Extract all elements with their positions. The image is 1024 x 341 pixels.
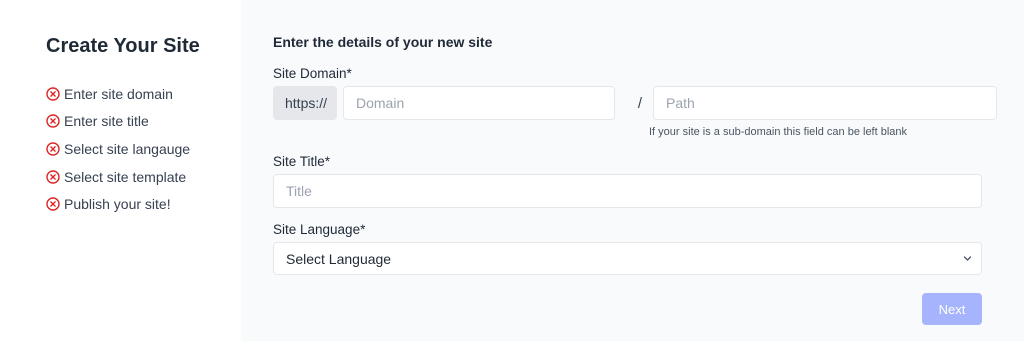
path-separator: / (637, 94, 643, 112)
step-item-publish: Publish your site! (46, 190, 241, 218)
domain-label: Site Domain* (273, 66, 352, 81)
x-circle-icon (46, 87, 60, 101)
site-details-form: Enter the details of your new site Site … (241, 0, 1024, 341)
domain-field-group: Site Domain* https:// / If your site is … (273, 66, 997, 139)
next-button[interactable]: Next (922, 293, 982, 325)
domain-input[interactable] (343, 86, 615, 120)
title-input[interactable] (273, 174, 982, 208)
x-circle-icon (46, 169, 60, 184)
x-circle-icon (46, 114, 60, 129)
language-field-group: Site Language* Select Language (273, 222, 997, 275)
path-hint: If your site is a sub-domain this field … (649, 126, 908, 138)
title-label: Site Title* (273, 154, 331, 169)
language-select[interactable]: Select Language (273, 242, 982, 275)
create-site-page: Create Your Site Enter site domain Enter… (0, 0, 1024, 341)
path-input[interactable] (653, 86, 997, 120)
title-field-group: Site Title* (273, 154, 997, 208)
domain-row: https:// / (273, 86, 997, 120)
protocol-prefix: https:// (273, 86, 337, 120)
step-label: Select site langauge (64, 140, 191, 157)
chevron-down-icon (963, 254, 972, 263)
language-label: Site Language* (273, 222, 366, 237)
step-label: Enter site domain (64, 85, 173, 102)
x-circle-icon (46, 197, 60, 211)
x-circle-icon (46, 142, 60, 156)
language-select-value: Select Language (286, 250, 392, 267)
step-item-template: Select site template (46, 163, 241, 191)
step-item-title: Enter site title (46, 108, 241, 136)
form-heading: Enter the details of your new site (273, 34, 493, 50)
sidebar-title: Create Your Site (46, 35, 200, 57)
steps-sidebar: Create Your Site Enter site domain Enter… (0, 0, 241, 341)
step-label: Enter site title (64, 113, 149, 130)
step-item-domain: Enter site domain (46, 80, 241, 108)
step-label: Publish your site! (64, 196, 171, 213)
form-actions: Next (273, 293, 982, 325)
steps-list: Enter site domain Enter site title Selec… (46, 80, 241, 218)
step-item-language: Select site langauge (46, 135, 241, 163)
step-label: Select site template (64, 168, 187, 185)
